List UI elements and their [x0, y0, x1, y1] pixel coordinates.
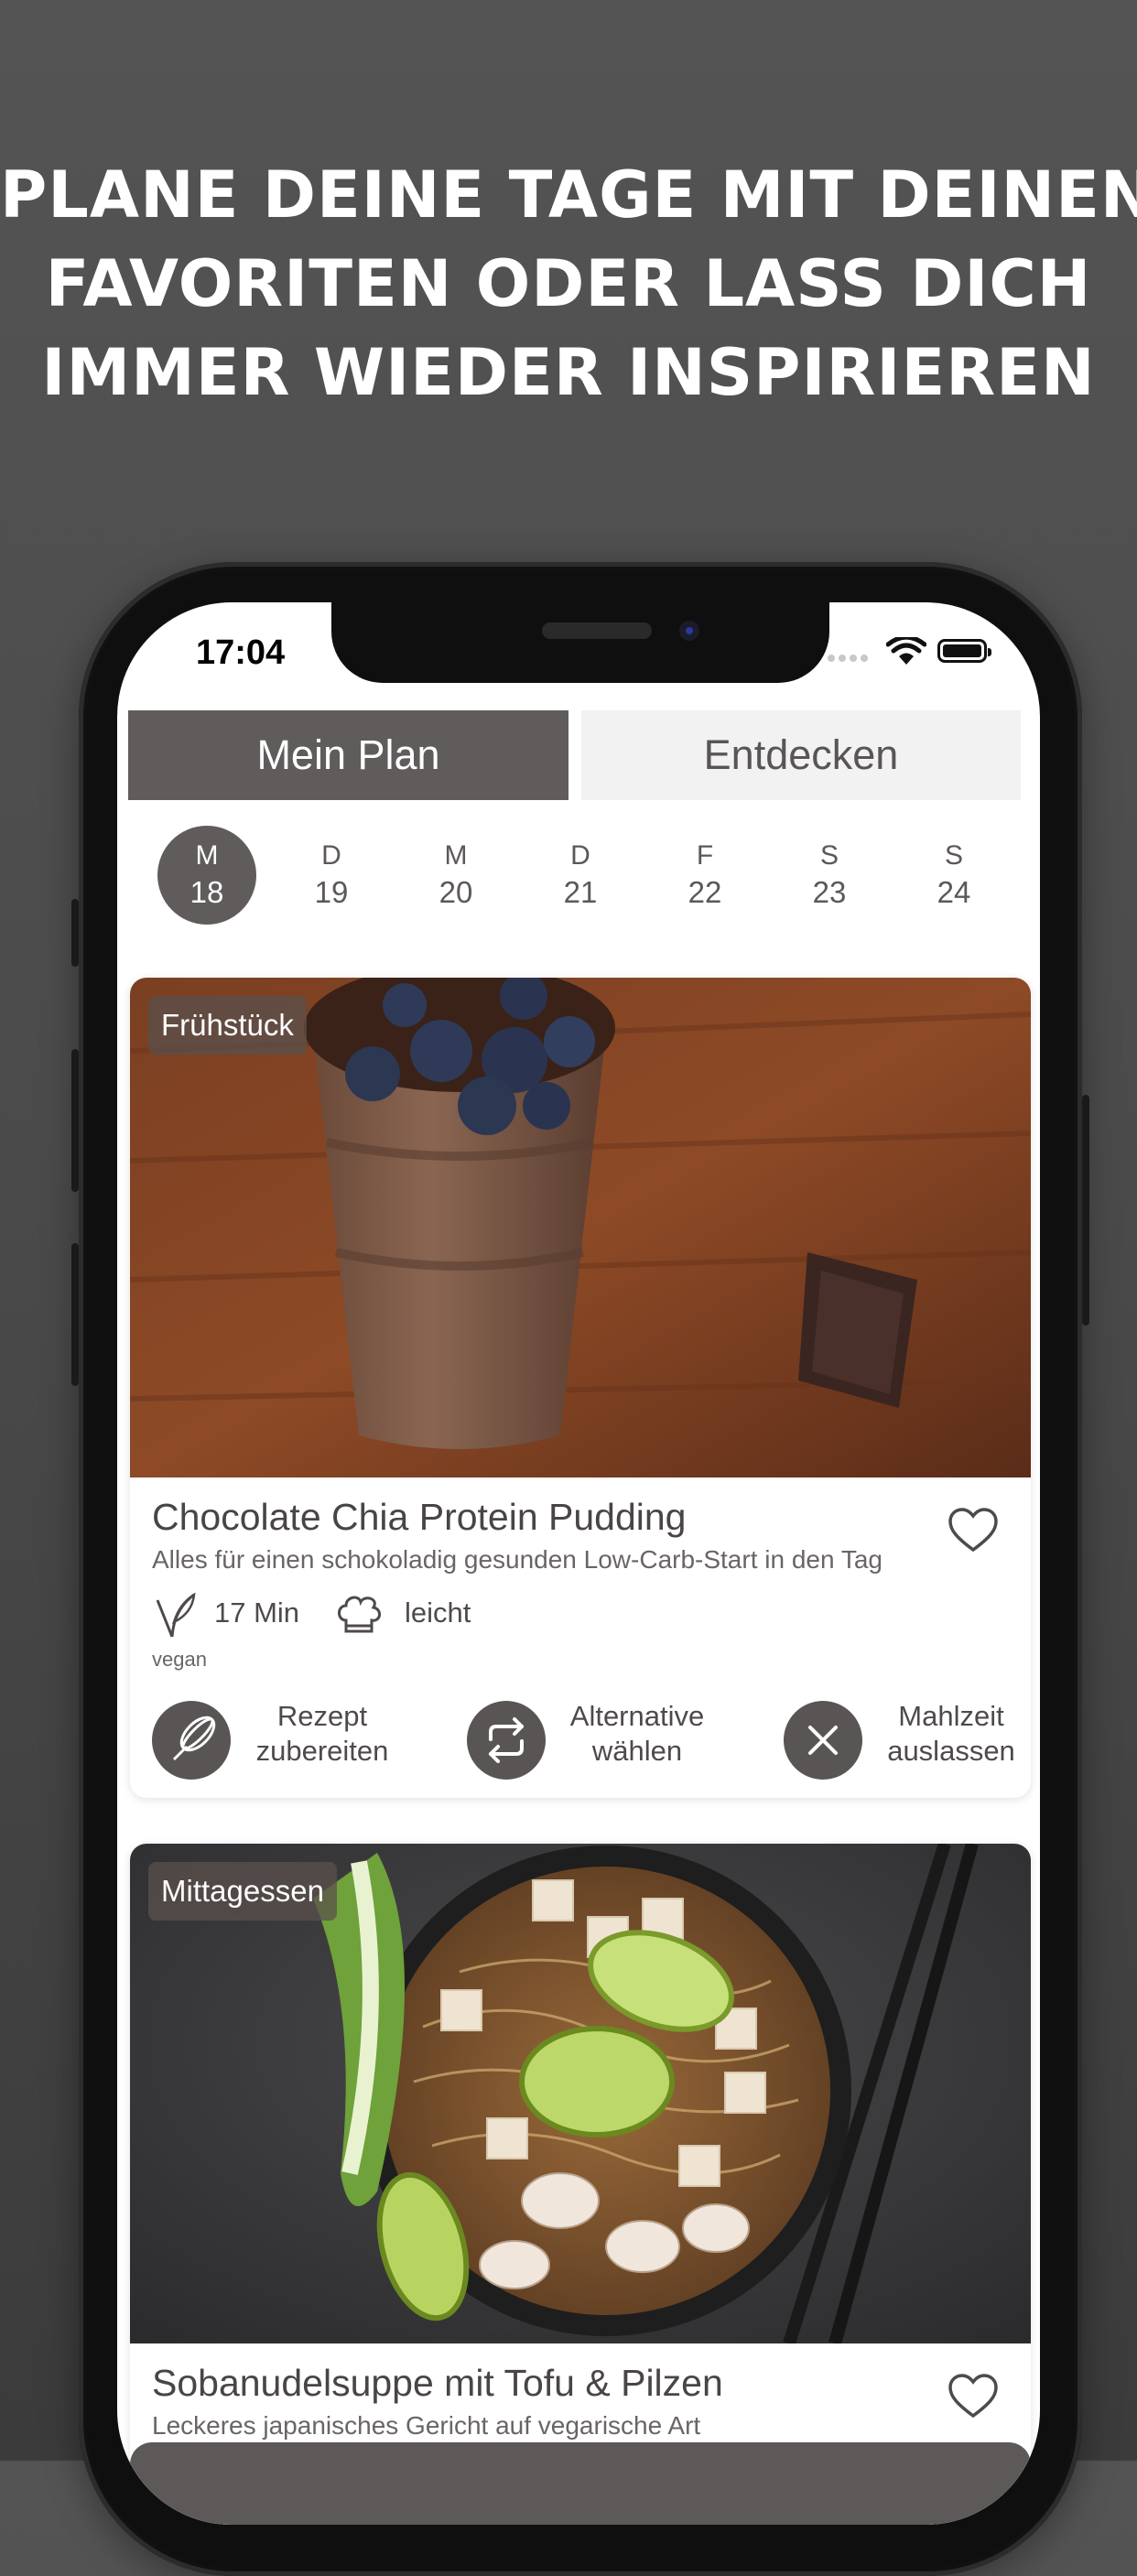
day-letter: M	[444, 840, 468, 871]
front-camera	[679, 621, 699, 641]
meal-title: Chocolate Chia Protein Pudding	[152, 1496, 687, 1538]
phone-screen: 17:04 Mein Plan Entdecken M 18 D 19 M 20…	[117, 602, 1040, 2525]
favorite-heart-icon[interactable]	[947, 2370, 1000, 2423]
meal-subtitle: Alles für einen schokoladig gesunden Low…	[152, 1545, 883, 1574]
meal-title: Sobanudelsuppe mit Tofu & Pilzen	[152, 2362, 723, 2404]
meal-meta: 17 Min leicht	[152, 1592, 1031, 1651]
status-time: 17:04	[196, 633, 286, 672]
day-letter: D	[321, 840, 341, 871]
meal-category-badge: Mittagessen	[148, 1862, 337, 1921]
vegan-leaf-icon	[156, 1592, 196, 1638]
volume-down-button	[71, 1243, 79, 1386]
meal-photo-chia-pudding: Frühstück	[130, 978, 1031, 1477]
day-item[interactable]: S 24	[904, 826, 1003, 925]
wifi-icon	[886, 637, 926, 665]
day-item[interactable]: M 20	[406, 826, 505, 925]
day-item[interactable]: D 21	[531, 826, 630, 925]
day-number: 21	[563, 875, 598, 909]
day-number: 20	[439, 875, 473, 909]
chef-hat-icon	[338, 1596, 381, 1633]
choose-alternative-button[interactable]: Alternative wählen	[467, 1697, 723, 1780]
day-letter: S	[944, 840, 963, 871]
meal-category-badge: Frühstück	[148, 996, 307, 1055]
day-letter: M	[195, 840, 219, 871]
action-label: Rezept zubereiten	[249, 1699, 395, 1769]
action-label-line-1: Rezept	[276, 1700, 368, 1732]
favorite-heart-icon[interactable]	[947, 1504, 1000, 1557]
day-number: 22	[688, 875, 722, 909]
action-label: Mahlzeit auslassen	[873, 1699, 1029, 1769]
day-letter: F	[696, 840, 714, 871]
status-icons	[828, 635, 1011, 672]
headline-line-1: PLANE DEINE TAGE MIT DEINEN	[0, 157, 1137, 233]
headline-line-3: IMMER WIEDER INSPIRIEREN	[41, 335, 1096, 410]
close-icon	[808, 1726, 838, 1755]
prepare-recipe-button[interactable]: Rezept zubereiten	[152, 1697, 399, 1780]
action-label: Alternative wählen	[555, 1699, 720, 1769]
day-number: 19	[314, 875, 349, 909]
day-item[interactable]: F 22	[655, 826, 754, 925]
mute-switch	[71, 899, 79, 967]
action-circle	[152, 1701, 231, 1780]
day-number: 18	[190, 875, 224, 909]
day-letter: S	[819, 840, 839, 871]
day-item[interactable]: D 19	[282, 826, 381, 925]
meal-actions: Rezept zubereiten Alternative wählen Mah…	[130, 1697, 1031, 1780]
action-label-line-1: Alternative	[569, 1700, 705, 1732]
action-label-line-2: wählen	[591, 1735, 683, 1767]
day-item[interactable]: M 18	[157, 826, 256, 925]
day-letter: D	[570, 840, 590, 871]
whisk-icon	[172, 1716, 216, 1761]
day-item[interactable]: S 23	[780, 826, 879, 925]
action-label-line-1: Mahlzeit	[898, 1700, 1004, 1732]
meal-card-breakfast[interactable]: Frühstück Chocolate Chia Protein Pudding…	[130, 978, 1031, 1798]
power-button	[1082, 1095, 1089, 1326]
day-number: 24	[937, 875, 971, 909]
bottom-bar	[130, 2442, 1031, 2525]
meal-card-lunch[interactable]: Mittagessen Sobanudelsuppe mit Tofu & Pi…	[130, 1844, 1031, 2525]
action-circle	[467, 1701, 546, 1780]
tab-mein-plan[interactable]: Mein Plan	[128, 710, 568, 800]
speaker-grille	[542, 622, 652, 639]
headline-line-2: FAVORITEN ODER LASS DICH	[45, 246, 1092, 321]
skip-meal-button[interactable]: Mahlzeit auslassen	[784, 1697, 1031, 1780]
meal-subtitle: Leckeres japanisches Gericht auf vegaris…	[152, 2411, 701, 2440]
action-label-line-2: auslassen	[887, 1735, 1015, 1767]
action-label-line-2: zubereiten	[255, 1735, 389, 1767]
swap-icon	[489, 1717, 524, 1763]
battery-icon	[937, 639, 991, 663]
meal-prep-time: 17 Min	[214, 1596, 300, 1629]
action-circle	[784, 1701, 862, 1780]
tab-bar: Mein Plan Entdecken	[128, 710, 1021, 800]
tab-entdecken[interactable]: Entdecken	[581, 710, 1021, 800]
promo-headline: PLANE DEINE TAGE MIT DEINEN FAVORITEN OD…	[0, 151, 1137, 417]
meal-photo-soba-soup: Mittagessen	[130, 1844, 1031, 2343]
meal-difficulty: leicht	[405, 1596, 471, 1629]
day-number: 23	[812, 875, 847, 909]
volume-up-button	[71, 1049, 79, 1192]
notch	[331, 602, 829, 683]
signal-dots-icon	[828, 650, 872, 666]
week-day-selector: M 18 D 19 M 20 D 21 F 22 S 23 S 24	[117, 826, 1040, 926]
diet-label: vegan	[152, 1648, 207, 1671]
